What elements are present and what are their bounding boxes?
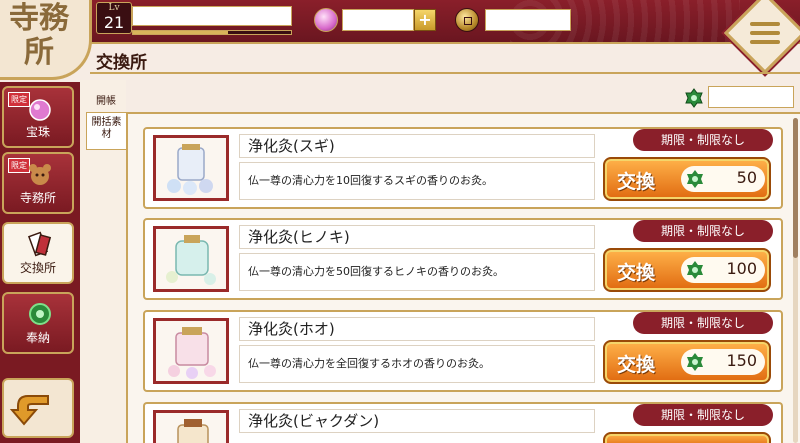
sidebar-item-label: 交換所	[19, 261, 56, 275]
logo: 寺務所	[0, 0, 92, 80]
sidebar-item-hounou[interactable]: 奉納	[2, 292, 74, 354]
tab-kaikatsu-sozai[interactable]: 開括素材	[86, 112, 126, 150]
coin-counter	[485, 9, 571, 31]
player-name-field	[132, 6, 292, 26]
exp-bar	[132, 30, 292, 35]
exchange-button-label: 交換	[617, 354, 656, 376]
item-description: 仏一尊の清心力を全回復するホオの香りのお灸。	[239, 345, 595, 383]
tab-kaichou[interactable]: 開帳	[86, 96, 126, 108]
exchange-currency-value	[708, 86, 794, 108]
item-name: 浄化灸(ビャクダン)	[239, 409, 595, 433]
offering-icon	[29, 303, 51, 325]
item-name: 浄化灸(スギ)	[239, 134, 595, 158]
item-card: 浄化灸(ビャクダン) 期限・制限なし	[143, 402, 783, 443]
limit-badge: 期限・制限なし	[633, 404, 773, 426]
item-image	[153, 135, 229, 201]
coin-icon	[455, 8, 479, 32]
add-gem-button[interactable]: +	[414, 9, 436, 31]
exchange-button[interactable]	[603, 432, 771, 443]
gem-counter	[342, 9, 414, 31]
page-title: 交換所	[96, 53, 147, 73]
sidebar-item-label: 宝珠	[25, 125, 50, 139]
exchange-token-icon	[687, 261, 703, 279]
title-divider	[90, 72, 800, 74]
limit-badge: 期限・制限なし	[633, 220, 773, 242]
exchange-button-label: 交換	[617, 171, 656, 193]
limit-badge: 期限・制限なし	[633, 129, 773, 151]
sidebar-item-label: 寺務所	[19, 191, 56, 205]
exchange-button-label: 交換	[617, 262, 656, 284]
exchange-button[interactable]: 交換 100	[603, 248, 771, 292]
sidebar-item-koukansho[interactable]: 交換所	[2, 222, 74, 284]
item-description: 仏一尊の清心力を10回復するスギの香りのお灸。	[239, 162, 595, 200]
sidebar-item-jimusho[interactable]: 限定 寺務所	[2, 152, 74, 214]
cost-value: 150	[726, 351, 757, 370]
exchange-button[interactable]: 交換 150	[603, 340, 771, 384]
limit-badge: 期限・制限なし	[633, 312, 773, 334]
item-name: 浄化灸(ヒノキ)	[239, 225, 595, 249]
exp-bar-fill	[133, 31, 228, 34]
cost-value: 100	[726, 259, 757, 278]
sidebar-item-label: 奉納	[25, 331, 50, 345]
exchange-token-icon	[687, 353, 703, 371]
scrollbar-thumb[interactable]	[793, 118, 798, 258]
item-name: 浄化灸(ホオ)	[239, 317, 595, 341]
moxa-jar-icon	[168, 327, 216, 379]
tab-label: 開括素材	[91, 117, 122, 140]
cost-pill: 100	[681, 257, 765, 283]
moxa-jar-icon	[167, 144, 213, 195]
exchange-token-icon	[687, 170, 703, 188]
item-description: 仏一尊の清心力を50回復するヒノキの香りのお灸。	[239, 253, 595, 291]
ticket-icon	[27, 231, 52, 257]
cost-pill: 50	[681, 166, 765, 192]
item-image	[153, 410, 229, 443]
exchange-currency	[684, 86, 794, 108]
moxa-jar-icon	[166, 235, 216, 285]
moxa-jar-icon	[177, 419, 209, 443]
sidebar-item-hoju[interactable]: 限定 宝珠	[2, 86, 74, 148]
menu-icon	[750, 22, 780, 44]
level-badge: Lv 21	[96, 2, 132, 34]
item-card: 浄化灸(ホオ) 仏一尊の清心力を全回復するホオの香りのお灸。 期限・制限なし 交…	[143, 310, 783, 392]
gem-icon	[314, 8, 338, 32]
cost-value: 50	[736, 168, 757, 187]
item-image	[153, 318, 229, 384]
item-image	[153, 226, 229, 292]
logo-text: 寺務所	[9, 1, 69, 70]
item-card: 浄化灸(ヒノキ) 仏一尊の清心力を50回復するヒノキの香りのお灸。 期限・制限な…	[143, 218, 783, 300]
exchange-button[interactable]: 交換 50	[603, 157, 771, 201]
level-value: 21	[103, 13, 125, 32]
item-card: 浄化灸(スギ) 仏一尊の清心力を10回復するスギの香りのお灸。 期限・制限なし …	[143, 127, 783, 209]
list-scrollbar[interactable]	[793, 118, 798, 443]
cost-pill: 150	[681, 349, 765, 375]
exchange-token-icon	[685, 88, 703, 108]
back-arrow-icon	[9, 395, 49, 426]
jewel-icon	[29, 99, 51, 121]
back-button[interactable]	[2, 378, 74, 438]
bear-icon	[29, 164, 51, 185]
